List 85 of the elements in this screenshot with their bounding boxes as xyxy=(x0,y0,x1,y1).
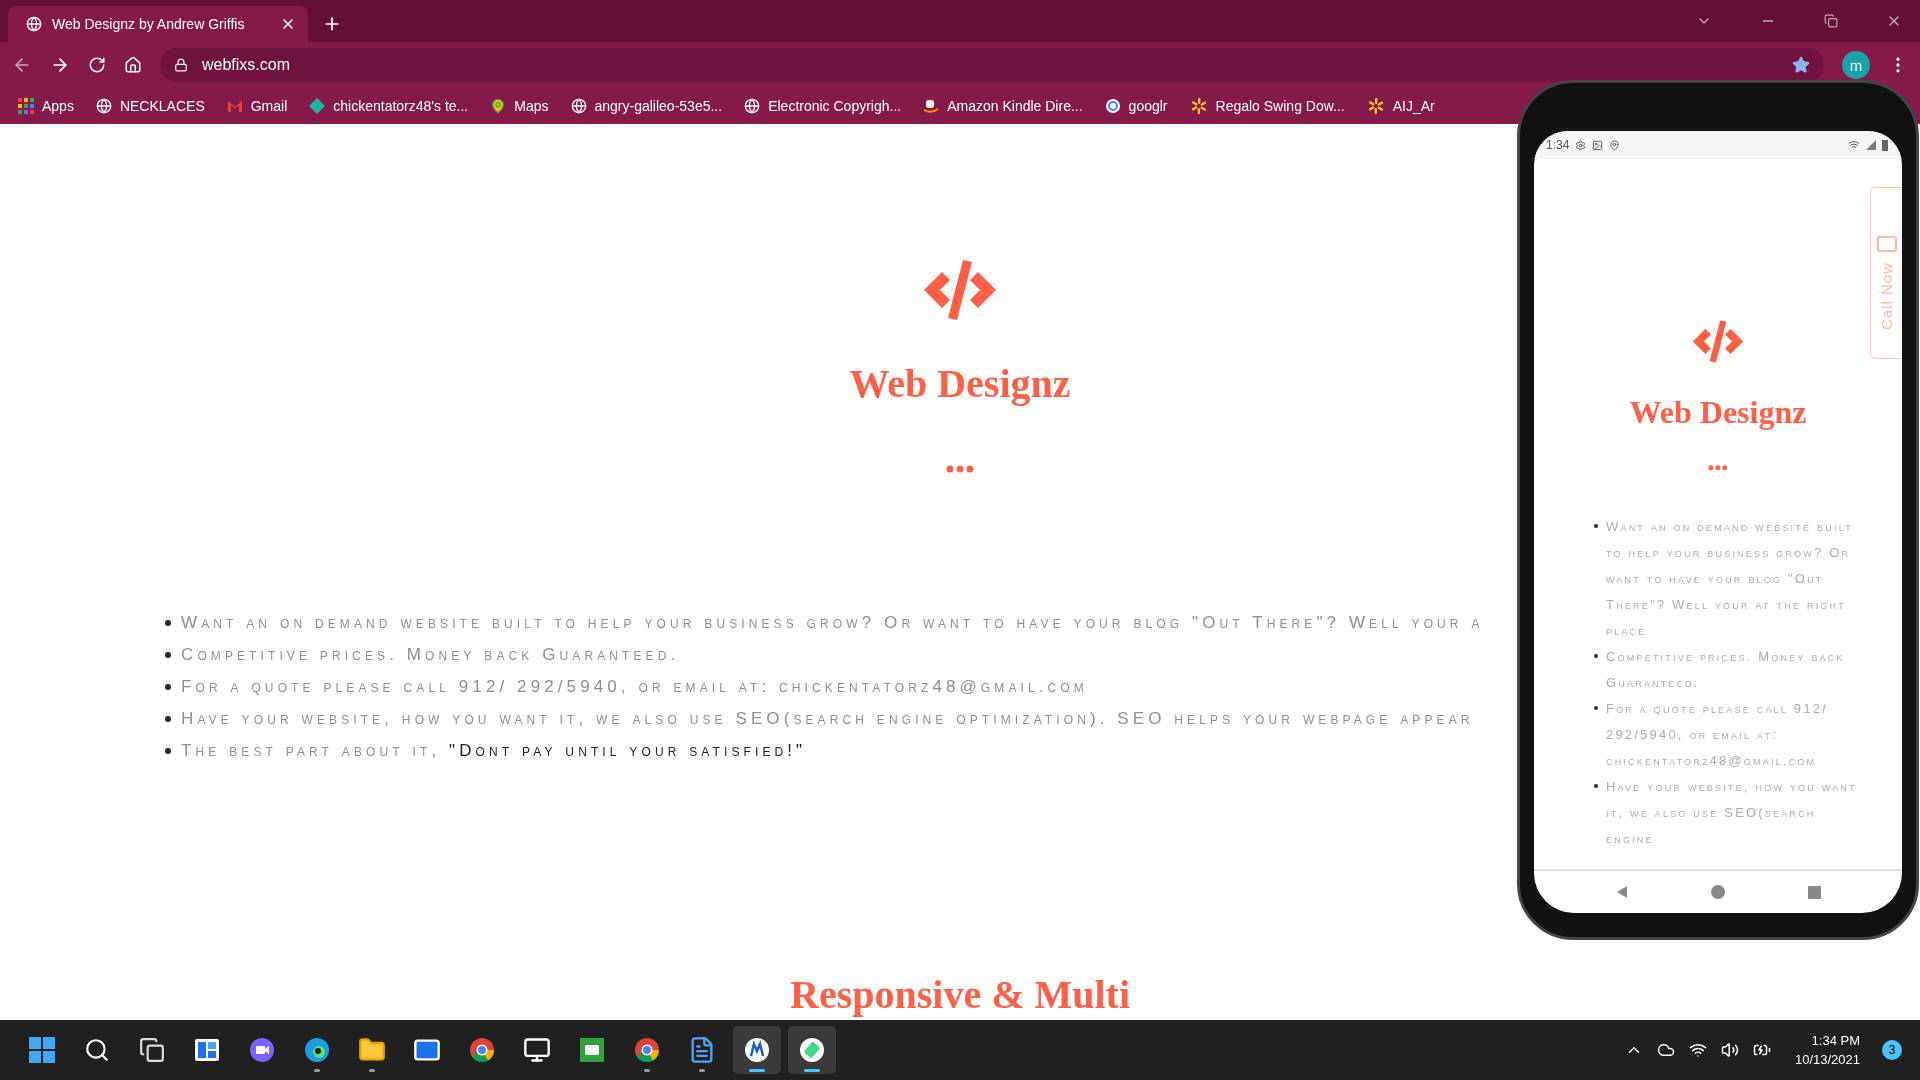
pen-icon xyxy=(744,1037,770,1063)
gear-icon xyxy=(1575,139,1587,151)
video-chat-icon xyxy=(249,1037,275,1063)
address-bar[interactable]: webfixs.com xyxy=(160,48,1824,82)
tab-title: Web Designz by Andrew Griffis xyxy=(52,16,246,32)
widgets-icon xyxy=(194,1037,220,1063)
bullet-icon xyxy=(1594,524,1598,529)
site-title: Web Designz xyxy=(1629,393,1807,431)
bookmark-star-icon[interactable] xyxy=(1792,56,1810,74)
site-title: Web Designz xyxy=(849,360,1071,407)
bullet-icon xyxy=(1594,706,1598,711)
reload-icon[interactable] xyxy=(88,56,106,74)
globe-icon xyxy=(570,98,587,114)
browser-tab[interactable]: Web Designz by Andrew Griffis xyxy=(8,6,308,42)
taskbar-app[interactable] xyxy=(733,1026,781,1074)
section-heading: Responsive & Multi xyxy=(790,971,1130,1018)
cards-icon xyxy=(579,1037,605,1063)
bookmark-link[interactable]: googlr xyxy=(1104,98,1168,114)
bullet-icon xyxy=(165,652,171,658)
url-text: webfixs.com xyxy=(202,56,291,74)
notification-badge[interactable]: 3 xyxy=(1882,1040,1902,1060)
list-item-text: The best part about it, "Dont pay until your satisfied!" xyxy=(181,741,807,761)
list-item-text: Want an on demand website built to help your business grow? Or want to have your blog "Out There"? Well your a xyxy=(181,613,1484,633)
home-icon[interactable] xyxy=(124,56,142,74)
wifi-icon xyxy=(1848,139,1860,151)
list-item-text: Want an on demand website built to help your business grow? Or want to have your blog "Out There"? Well your at the right place xyxy=(1606,518,1854,641)
phone-icon xyxy=(1876,236,1897,252)
windows-icon xyxy=(29,1037,55,1063)
swirl-icon xyxy=(304,1037,330,1063)
list-item-text: Have your website, how you want it, we also use SEO(search engine optimization). SEO helps your webpage appear xyxy=(181,709,1474,729)
globe-icon xyxy=(26,16,42,32)
list-item-text: Have your website, how you want it, we also use SEO(search engine xyxy=(1606,778,1858,849)
recents-icon[interactable] xyxy=(1807,885,1821,899)
map-pin-icon xyxy=(490,98,507,114)
signal-icon xyxy=(1866,140,1876,150)
list-item-text: Competitive prices. Money back Guaranteed. xyxy=(1606,648,1846,693)
bullet-icon xyxy=(1594,784,1598,789)
bookmark-link[interactable]: angry-galileo-53e5... xyxy=(570,98,723,114)
image-icon xyxy=(1592,139,1604,151)
bookmark-link[interactable]: Gmail xyxy=(226,98,288,114)
dots-icon xyxy=(1708,464,1728,471)
bullet-icon xyxy=(1594,654,1598,659)
bookmark-link[interactable]: Regalo Swing Dow... xyxy=(1189,97,1345,115)
list-item-text: For a quote please call 912/ 292/5940, or email at: chickentatorz48@gmail.com xyxy=(1606,700,1829,771)
clock[interactable]: 1:34 PM 10/13/2021 xyxy=(1794,1031,1860,1069)
volume-icon[interactable] xyxy=(1720,1041,1739,1059)
back-icon[interactable] xyxy=(1615,885,1630,899)
status-time: 1:34 xyxy=(1546,138,1570,152)
bullet-icon xyxy=(165,684,171,690)
bookmark-link[interactable]: Amazon Kindle Dire... xyxy=(923,98,1083,114)
windows-stack-icon xyxy=(139,1037,165,1063)
cloud-icon[interactable] xyxy=(1656,1041,1675,1059)
bookmark-link[interactable]: Electronic Copyrigh... xyxy=(744,98,902,114)
diamond-icon xyxy=(309,98,326,114)
code-icon xyxy=(1690,319,1746,364)
wifi-icon[interactable] xyxy=(1688,1041,1707,1059)
search-icon xyxy=(84,1037,110,1063)
globe-icon xyxy=(95,98,112,114)
chrome-icon xyxy=(634,1037,660,1063)
lock-icon xyxy=(174,58,188,72)
bullet-icon xyxy=(165,748,171,754)
bullet-icon xyxy=(165,716,171,722)
taskbar-app[interactable] xyxy=(788,1026,836,1074)
battery-icon xyxy=(1882,139,1888,151)
chrome-icon xyxy=(469,1037,495,1063)
grid-icon xyxy=(18,98,34,114)
spark-icon xyxy=(1189,97,1208,115)
bookmark-link[interactable]: Apps xyxy=(18,98,74,114)
monitor-icon xyxy=(523,1036,551,1064)
spark-icon xyxy=(1366,97,1385,115)
list-item-text: For a quote please call 912/ 292/5940, or email at: chickentatorz48@gmail.com xyxy=(181,677,1088,697)
phone-mirror-icon xyxy=(799,1037,825,1063)
location-icon xyxy=(1609,139,1621,151)
ring-icon xyxy=(1104,98,1121,114)
globe-icon xyxy=(744,98,761,114)
bookmark-link[interactable]: AIJ_Ar xyxy=(1366,97,1435,115)
bookmark-link[interactable]: NECKLACES xyxy=(95,98,205,114)
smile-icon xyxy=(923,98,940,114)
list-item-text: Competitive prices. Money back Guaranteed. xyxy=(181,645,680,665)
restore-icon[interactable] xyxy=(1824,14,1838,28)
folder-icon xyxy=(358,1036,386,1064)
bullet-icon xyxy=(165,620,171,626)
dots-icon xyxy=(946,465,974,473)
bookmark-link[interactable]: chickentatorz48's te... xyxy=(309,98,469,114)
bookmark-link[interactable]: Maps xyxy=(490,98,549,114)
